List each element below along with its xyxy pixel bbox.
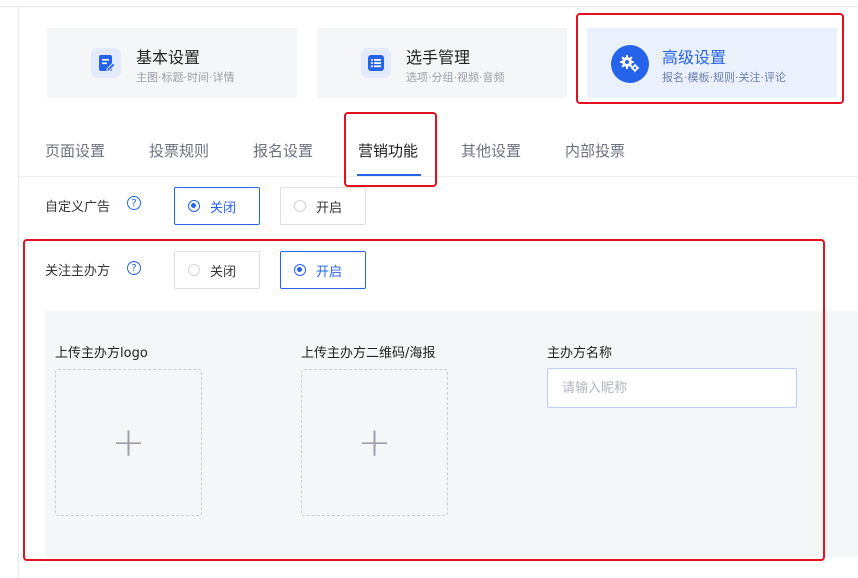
- highlight-box-marketing: [344, 112, 437, 187]
- radio-dot: [188, 200, 200, 212]
- category-card-basic[interactable]: 基本设置 主图·标题·时间·详情: [47, 28, 297, 98]
- category-title: 基本设置: [136, 48, 201, 67]
- category-subtitle: 主图·标题·时间·详情: [136, 71, 235, 84]
- category-title: 选手管理: [406, 48, 471, 67]
- tab-vote-rules[interactable]: 投票规则: [149, 140, 209, 161]
- option-label: 开启: [316, 200, 343, 216]
- help-icon[interactable]: ?: [127, 196, 141, 210]
- custom-ad-on-radio[interactable]: 开启: [280, 187, 366, 225]
- left-border: [18, 6, 19, 578]
- radio-dot: [294, 200, 306, 212]
- custom-ad-off-radio[interactable]: 关闭: [174, 187, 260, 225]
- tabs-divider: [18, 176, 858, 177]
- list-icon: [361, 48, 391, 78]
- highlight-box-advanced: [576, 13, 844, 104]
- option-label: 关闭: [210, 200, 237, 216]
- custom-ad-label: 自定义广告: [45, 200, 111, 215]
- edit-document-icon: [91, 48, 121, 78]
- top-border: [0, 6, 858, 7]
- category-card-players[interactable]: 选手管理 选项·分组·视频·音频: [317, 28, 567, 98]
- highlight-box-follow-host: [23, 239, 825, 561]
- category-subtitle: 选项·分组·视频·音频: [406, 71, 505, 84]
- tab-internal-vote[interactable]: 内部投票: [565, 140, 625, 161]
- tab-signup-settings[interactable]: 报名设置: [253, 140, 313, 161]
- tab-page-settings[interactable]: 页面设置: [45, 140, 105, 161]
- tab-other-settings[interactable]: 其他设置: [461, 140, 521, 161]
